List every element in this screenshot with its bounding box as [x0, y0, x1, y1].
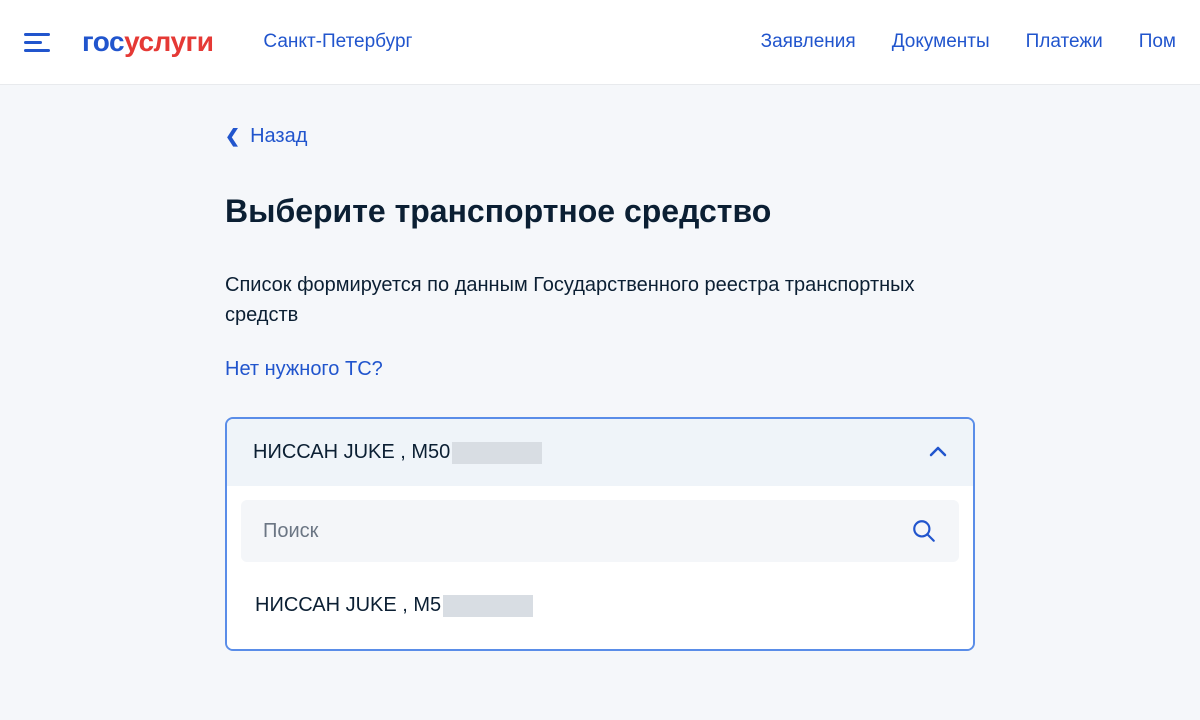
dropdown-body: НИССАН JUKE , М5 — [227, 486, 973, 649]
back-link[interactable]: ❮ Назад — [225, 125, 975, 148]
help-link[interactable]: Нет нужного ТС? — [225, 358, 383, 381]
main-content: ❮ Назад Выберите транспортное средство С… — [205, 85, 995, 691]
back-label: Назад — [250, 125, 307, 148]
logo-uslugi: услуги — [124, 26, 213, 57]
description: Список формируется по данным Государстве… — [225, 270, 975, 330]
nav-help[interactable]: Пом — [1139, 31, 1176, 53]
redacted-block — [452, 442, 542, 464]
nav-payments[interactable]: Платежи — [1026, 31, 1103, 53]
selected-value: НИССАН JUKE , М50 — [253, 441, 542, 464]
dropdown-selected[interactable]: НИССАН JUKE , М50 — [227, 419, 973, 486]
option-prefix: НИССАН JUKE , М5 — [255, 594, 441, 617]
logo-gos: гос — [82, 26, 124, 57]
menu-icon[interactable] — [24, 28, 52, 56]
logo[interactable]: госуслуги — [82, 26, 213, 58]
nav-documents[interactable]: Документы — [892, 31, 990, 53]
vehicle-dropdown: НИССАН JUKE , М50 НИССАН JUKE , М5 — [225, 417, 975, 651]
search-input[interactable] — [263, 520, 911, 543]
nav-applications[interactable]: Заявления — [761, 31, 856, 53]
chevron-up-icon — [929, 444, 947, 462]
dropdown-option[interactable]: НИССАН JUKE , М5 — [241, 576, 959, 635]
selected-prefix: НИССАН JUKE , М50 — [253, 441, 450, 464]
search-box — [241, 500, 959, 562]
header: госуслуги Санкт-Петербург Заявления Доку… — [0, 0, 1200, 85]
city-selector[interactable]: Санкт-Петербург — [263, 31, 412, 53]
redacted-block — [443, 595, 533, 617]
nav: Заявления Документы Платежи Пом — [761, 31, 1176, 53]
search-icon — [911, 518, 937, 544]
page-title: Выберите транспортное средство — [225, 193, 975, 230]
chevron-left-icon: ❮ — [225, 126, 240, 147]
